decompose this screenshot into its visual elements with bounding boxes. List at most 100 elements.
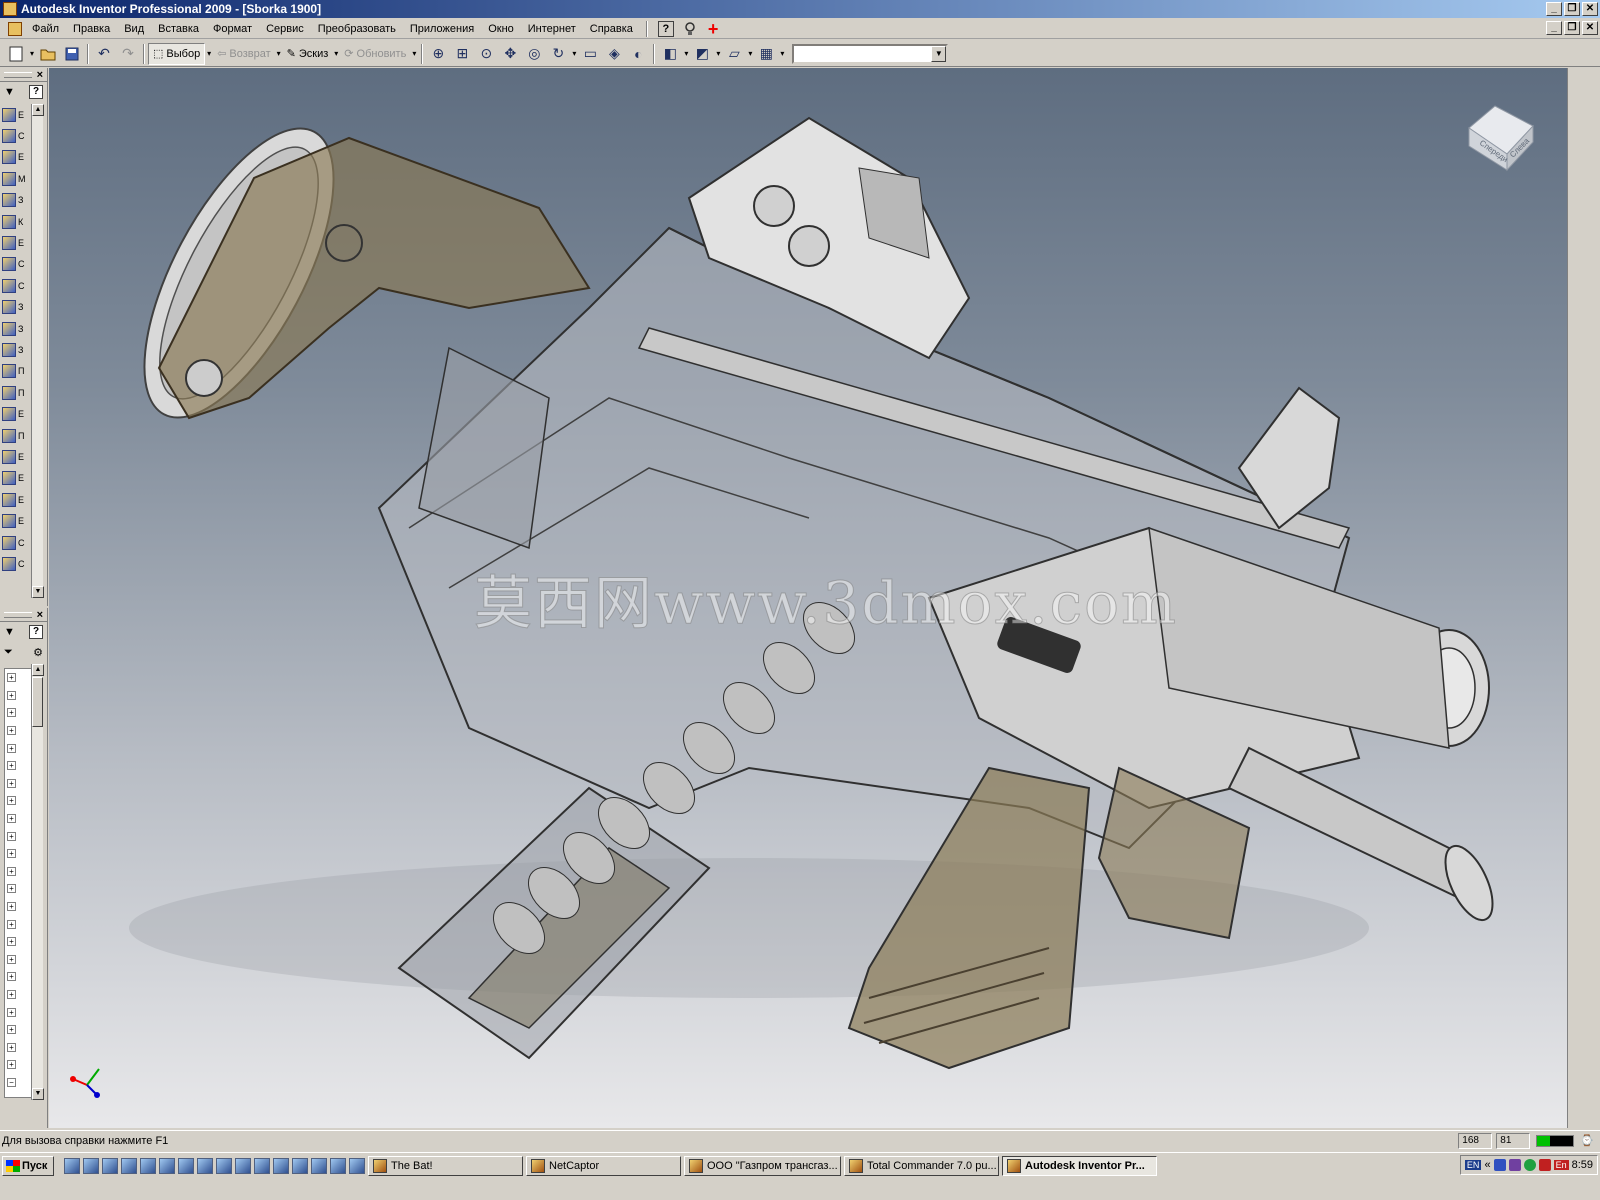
redo-icon[interactable]: ↷ (116, 43, 140, 65)
assembly-tool-item[interactable]: П (2, 382, 32, 403)
close-icon[interactable]: × (37, 69, 43, 81)
assembly-tool-item[interactable]: Е (2, 232, 32, 253)
expand-icon[interactable]: + (7, 1060, 16, 1070)
tree-node[interactable]: + (5, 810, 31, 828)
new-file-icon[interactable] (4, 43, 28, 65)
style-combo[interactable]: ▼ (792, 43, 949, 64)
menu-applications[interactable]: Приложения (403, 23, 481, 35)
update-dropdown-icon[interactable]: ▾ (410, 43, 418, 65)
add-icon[interactable]: + (708, 20, 719, 38)
expand-icon[interactable]: + (7, 708, 16, 718)
model-browser-tree[interactable]: + + + + + + + + + + + + + + + + + + + + + + + − (4, 668, 32, 1098)
close-icon[interactable]: × (37, 609, 43, 621)
tool-icon[interactable] (311, 1158, 327, 1174)
inventor-quick-icon[interactable] (349, 1158, 365, 1174)
zoom-window-icon[interactable]: ⊞ (450, 43, 474, 65)
expand-icon[interactable]: − (7, 1077, 16, 1087)
task-netcaptor[interactable]: NetCaptor (526, 1156, 681, 1176)
undo-icon[interactable]: ↶ (92, 43, 116, 65)
doc-restore-button[interactable]: ❐ (1564, 21, 1580, 35)
layout-icon[interactable]: ▦ (754, 43, 778, 65)
image-icon[interactable] (330, 1158, 346, 1174)
hint-icon[interactable] (678, 18, 702, 40)
network-icon[interactable] (1493, 1159, 1506, 1171)
menu-help[interactable]: Справка (583, 23, 640, 35)
inventor-app-icon[interactable] (3, 2, 17, 16)
orbit-dropdown-icon[interactable]: ▾ (570, 43, 578, 65)
document-icon[interactable] (8, 21, 22, 36)
tree-node[interactable]: + (5, 845, 31, 863)
disk-icon[interactable] (292, 1158, 308, 1174)
tree-node[interactable]: + (5, 704, 31, 722)
task-inventor[interactable]: Autodesk Inventor Pr... (1002, 1156, 1157, 1176)
expand-icon[interactable]: + (7, 849, 16, 859)
sound-icon[interactable] (1508, 1159, 1521, 1171)
expand-icon[interactable]: + (7, 937, 16, 947)
assembly-tool-item[interactable]: С (2, 532, 32, 553)
expand-icon[interactable]: + (7, 989, 16, 999)
tree-node[interactable]: + (5, 827, 31, 845)
ground-dropdown-icon[interactable]: ▾ (746, 43, 754, 65)
assembly-tool-item[interactable]: С (2, 125, 32, 146)
update-button[interactable]: ⟳ Обновить (340, 43, 410, 65)
tree-node[interactable]: + (5, 1038, 31, 1056)
save-icon[interactable] (60, 43, 84, 65)
minimize-button[interactable]: _ (1546, 2, 1562, 16)
assembly-tool-item[interactable]: З (2, 339, 32, 360)
status-help-icon[interactable]: ⌚ (1580, 1134, 1594, 1147)
expand-icon[interactable]: + (7, 954, 16, 964)
panel-grip[interactable] (4, 71, 32, 78)
browser-icon[interactable] (102, 1158, 118, 1174)
explorer-icon[interactable] (273, 1158, 289, 1174)
menu-format[interactable]: Формат (206, 23, 259, 35)
menu-view[interactable]: Вид (117, 23, 151, 35)
open-file-icon[interactable] (36, 43, 60, 65)
return-button[interactable]: ⇦ Возврат (213, 43, 274, 65)
tree-node[interactable]: + (5, 1056, 31, 1074)
antivirus-icon[interactable] (1538, 1159, 1551, 1171)
assembly-tool-item[interactable]: П (2, 361, 32, 382)
tree-node[interactable]: + (5, 898, 31, 916)
new-dropdown-icon[interactable]: ▾ (28, 43, 36, 65)
expand-icon[interactable]: + (7, 972, 16, 982)
viewcube[interactable]: Спереди Слева (1461, 98, 1537, 177)
expand-icon[interactable]: + (7, 673, 16, 683)
expand-icon[interactable]: + (7, 1025, 16, 1035)
assembly-tool-item[interactable]: Е (2, 510, 32, 531)
browser-scrollbar[interactable]: ▲ ▼ (31, 664, 44, 1100)
tree-node[interactable]: + (5, 951, 31, 969)
mail-icon[interactable] (121, 1158, 137, 1174)
help-icon[interactable]: ? (657, 20, 674, 37)
start-button[interactable]: Пуск (2, 1156, 54, 1176)
assembly-tool-item[interactable]: Е (2, 468, 32, 489)
assembly-tool-item[interactable]: З (2, 318, 32, 339)
browser-settings-icon[interactable]: ⚙ (33, 646, 43, 659)
bat-icon[interactable] (140, 1158, 156, 1174)
scroll-up-icon[interactable]: ▲ (32, 104, 44, 116)
zoom-all-icon[interactable]: ⊕ (426, 43, 450, 65)
tree-node[interactable]: + (5, 739, 31, 757)
restore-button[interactable]: ❐ (1564, 2, 1580, 16)
menu-internet[interactable]: Интернет (521, 23, 583, 35)
calculator-icon[interactable] (254, 1158, 270, 1174)
assembly-tool-item[interactable]: С (2, 275, 32, 296)
assembly-tool-item[interactable]: Е (2, 489, 32, 510)
menu-file[interactable]: Файл (25, 23, 66, 35)
tree-node[interactable]: + (5, 880, 31, 898)
tree-node[interactable]: + (5, 986, 31, 1004)
expand-icon[interactable]: + (7, 866, 16, 876)
return-dropdown-icon[interactable]: ▾ (275, 43, 283, 65)
tree-node[interactable]: + (5, 915, 31, 933)
menu-convert[interactable]: Преобразовать (311, 23, 403, 35)
scroll-thumb[interactable] (32, 677, 43, 727)
ground-plane-icon[interactable]: ▱ (722, 43, 746, 65)
browser-grip[interactable] (4, 611, 32, 618)
assembly-tool-item[interactable]: З (2, 190, 32, 211)
task-the-bat[interactable]: The Bat! (368, 1156, 523, 1176)
zoom-icon[interactable]: ⊙ (474, 43, 498, 65)
section-view-icon[interactable]: ◩ (690, 43, 714, 65)
tree-node[interactable]: + (5, 757, 31, 775)
doc-close-button[interactable]: ✕ (1582, 21, 1598, 35)
filter-icon[interactable]: ⏷ (4, 646, 13, 659)
assembly-tool-item[interactable]: П (2, 425, 32, 446)
